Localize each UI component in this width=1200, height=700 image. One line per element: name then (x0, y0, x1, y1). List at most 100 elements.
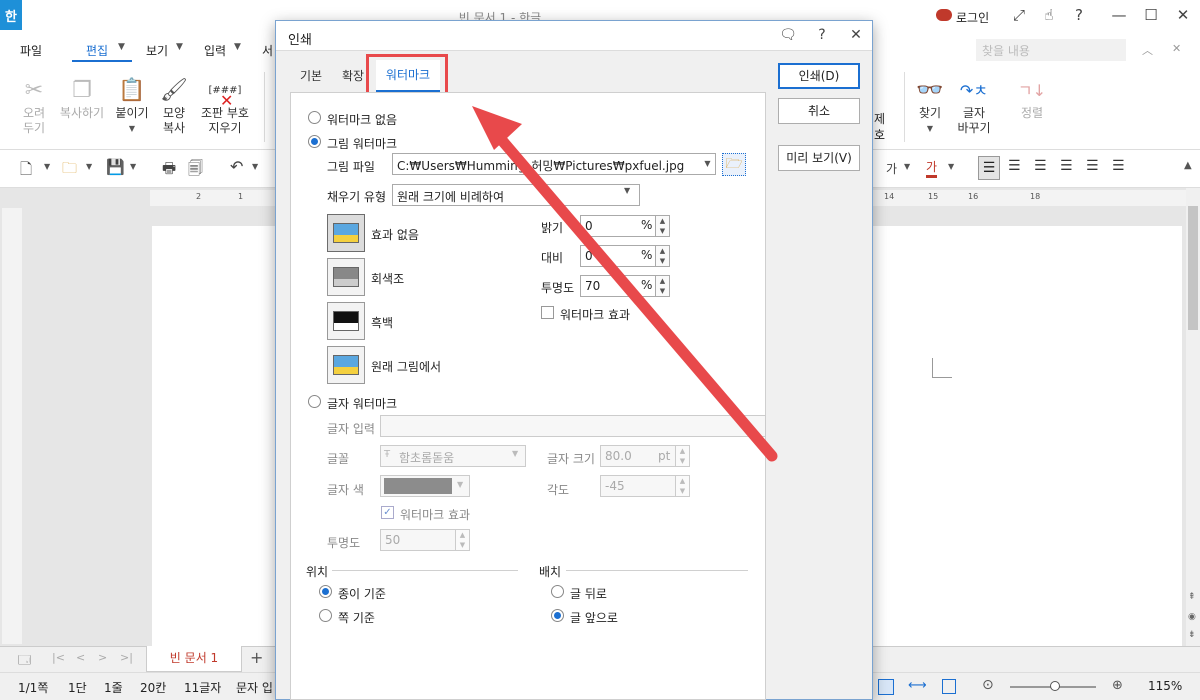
fullscreen-icon[interactable]: ⤢ (1008, 6, 1030, 24)
tab-extended[interactable]: 확장 (342, 67, 364, 84)
fill-type-select[interactable]: 원래 크기에 비례하여 (392, 184, 640, 206)
text-style-icon[interactable]: 가 (886, 160, 897, 177)
zoom-slider-handle[interactable] (1050, 681, 1060, 691)
align-left-icon[interactable]: ☰ (1008, 158, 1021, 174)
clear-code-button[interactable]: [###] ✕ 조판 부호 지우기 (194, 76, 256, 136)
chevron-down-icon[interactable]: ▼ (130, 162, 136, 171)
menu-edit[interactable]: 편집 (86, 42, 108, 59)
cancel-button[interactable]: 취소 (778, 98, 860, 124)
zoom-circle-icon[interactable]: ⊙ (982, 677, 994, 693)
image-watermark-radio[interactable] (308, 135, 321, 148)
justify-align-icon[interactable]: ☰ (978, 156, 1000, 180)
replace-button[interactable]: ↷ㅊ 글자 바꾸기 (946, 76, 1002, 136)
maximize-icon[interactable]: ☐ (1140, 6, 1162, 24)
sort-button[interactable]: ㄱ↓ 정렬 (1004, 76, 1060, 121)
first-tab-icon[interactable]: |< (52, 651, 65, 664)
zoom-level[interactable]: 115% (1148, 679, 1182, 693)
status-page[interactable]: 1/1쪽 (18, 679, 48, 696)
original-image-icon[interactable] (327, 346, 365, 384)
copy-button[interactable]: ❐ 복사하기 (54, 76, 110, 121)
chevron-down-icon[interactable]: ▼ (252, 162, 258, 171)
dialog-help-icon[interactable]: ? (812, 27, 832, 43)
login-link[interactable]: 로그인 (956, 9, 989, 26)
menu-insert[interactable]: 입력 (204, 42, 226, 59)
zoom-icon[interactable]: ⊕ (1112, 678, 1123, 693)
no-watermark-radio[interactable] (308, 111, 321, 124)
grayscale-icon[interactable] (327, 258, 365, 296)
chevron-up-icon[interactable]: ︿ (1142, 42, 1153, 58)
text-transparency-stepper[interactable]: ▲ ▼ (456, 529, 470, 551)
position-paper-radio[interactable] (319, 585, 332, 598)
tab-basic[interactable]: 기본 (300, 67, 322, 84)
text-transparency-input[interactable]: 50 (380, 529, 456, 551)
brightness-stepper[interactable]: ▲ ▼ (656, 215, 670, 237)
touch-mode-icon[interactable]: ☝ (1038, 6, 1060, 24)
transparency-stepper[interactable]: ▲ ▼ (656, 275, 670, 297)
status-input-mode[interactable]: 문자 입 (236, 679, 273, 696)
vertical-ruler[interactable] (2, 208, 22, 644)
fit-width-icon[interactable]: ⟷ (908, 678, 927, 693)
save-icon[interactable]: 💾 (106, 158, 125, 176)
tab-list-icon[interactable]: 🗔 (18, 651, 31, 672)
preview-button[interactable]: 미리 보기(V) (778, 145, 860, 171)
position-page-radio[interactable] (319, 609, 332, 622)
chevron-down-icon[interactable]: ▼ (86, 162, 92, 171)
close-window-icon[interactable]: ✕ (1172, 6, 1194, 24)
add-tab-icon[interactable]: + (250, 648, 263, 667)
text-watermark-radio[interactable] (308, 395, 321, 408)
print-preview-icon[interactable]: 🗐 (188, 158, 203, 183)
last-tab-icon[interactable]: >| (120, 651, 133, 664)
chevron-down-icon[interactable]: ▼ (44, 162, 50, 171)
ruler-tick: 14 (884, 192, 895, 201)
distribute-align-icon[interactable]: ☰ (1086, 158, 1099, 174)
help-icon[interactable]: ? (1068, 6, 1090, 24)
ruler-tick: 2 (196, 192, 202, 201)
layout-front-text-radio[interactable] (551, 609, 564, 622)
menu-file[interactable]: 파일 (20, 42, 42, 59)
next-page-icon[interactable]: ⇟ (1188, 630, 1196, 640)
black-white-icon[interactable] (327, 302, 365, 340)
angle-stepper[interactable]: ▲ ▼ (676, 475, 690, 497)
page-select-icon[interactable]: ◉ (1188, 612, 1196, 622)
menu-view[interactable]: 보기 (146, 42, 168, 59)
tab-document-1[interactable]: 빈 문서 1 (146, 646, 242, 672)
font-color-icon[interactable]: 가 (926, 158, 938, 178)
layout-behind-text-radio[interactable] (551, 585, 564, 598)
angle-input[interactable]: -45 (600, 475, 676, 497)
image-watermark-effect-checkbox[interactable] (541, 306, 554, 319)
dialog-close-icon[interactable]: ✕ (846, 27, 866, 43)
toolbar-scroll-icon[interactable]: ▲ (1184, 160, 1192, 171)
chevron-down-icon[interactable]: ▼ (700, 154, 715, 174)
text-watermark-effect-checkbox[interactable]: ✓ (381, 506, 394, 519)
browse-folder-icon[interactable]: 🗁 (722, 153, 746, 176)
print-button[interactable]: 인쇄(D) (778, 63, 860, 89)
minimize-icon[interactable]: — (1108, 6, 1130, 24)
undo-icon[interactable]: ↶ (230, 157, 243, 176)
new-document-icon[interactable]: 🗋 (20, 159, 32, 184)
chevron-down-icon[interactable]: ▼ (948, 162, 954, 171)
transparency-label: 투명도 (541, 281, 575, 295)
close-search-icon[interactable]: ✕ (1172, 42, 1181, 55)
scrollbar-thumb[interactable] (1188, 206, 1198, 330)
align-right-icon[interactable]: ☰ (1060, 158, 1073, 174)
watermark-text-input[interactable] (380, 415, 766, 437)
chevron-down-icon[interactable]: ▼ (904, 162, 910, 171)
print-icon[interactable]: 🖶 (162, 158, 176, 183)
search-input[interactable]: 찾을 내용 (976, 39, 1126, 61)
image-file-path-input[interactable]: C:₩Users₩Humming_허밍₩Pictures₩pxfuel.jpg (392, 153, 716, 175)
prev-tab-icon[interactable]: < (76, 651, 85, 664)
fit-page-icon[interactable] (942, 679, 956, 694)
menu-format-partial[interactable]: 서 (262, 42, 273, 59)
font-size-stepper[interactable]: ▲ ▼ (676, 445, 690, 467)
app-logo-icon[interactable]: 한 (0, 0, 22, 30)
align-center-icon[interactable]: ☰ (1034, 158, 1047, 174)
dialog-comment-icon[interactable]: 🗨 (778, 27, 798, 43)
no-effect-icon[interactable] (327, 214, 365, 252)
page-view-icon[interactable] (878, 679, 894, 695)
font-select[interactable]: 함초롬돋움 (380, 445, 526, 467)
divide-align-icon[interactable]: ☰ (1112, 158, 1125, 174)
prev-page-icon[interactable]: ⇞ (1188, 592, 1196, 602)
contrast-stepper[interactable]: ▲ ▼ (656, 245, 670, 267)
open-folder-icon[interactable]: 🗀 (62, 158, 77, 183)
next-tab-icon[interactable]: > (98, 651, 107, 664)
